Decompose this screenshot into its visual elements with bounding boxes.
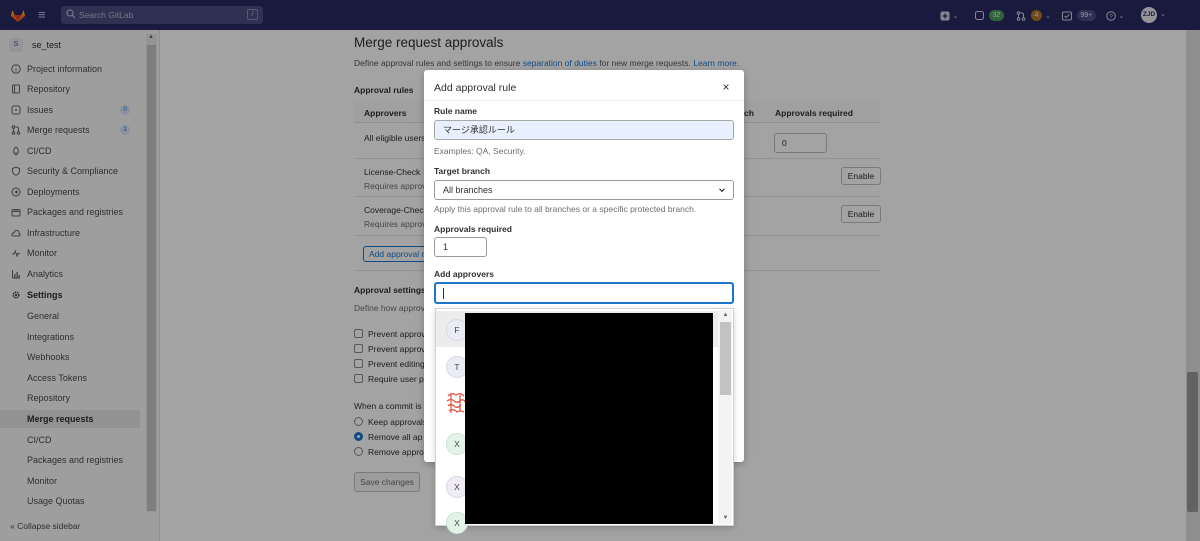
redacted-user-list <box>465 313 713 524</box>
scroll-down-icon[interactable]: ▼ <box>720 514 731 523</box>
approvals-required-input[interactable]: 1 <box>434 237 487 257</box>
modal-header-divider <box>424 100 744 101</box>
rule-name-label: Rule name <box>434 106 477 116</box>
target-branch-label: Target branch <box>434 166 491 176</box>
dropdown-scrollbar-thumb[interactable] <box>720 322 731 395</box>
add-approvers-label: Add approvers <box>434 269 494 279</box>
target-branch-value: All branches <box>443 185 493 195</box>
close-icon[interactable]: × <box>720 81 732 93</box>
text-caret <box>443 288 444 299</box>
identicon-avatar-icon[interactable] <box>445 391 467 415</box>
modal-title: Add approval rule <box>434 82 517 94</box>
approvals-required-label: Approvals required <box>434 224 512 234</box>
target-branch-help: Apply this approval rule to all branches… <box>434 204 697 214</box>
rule-name-help: Examples: QA, Security. <box>434 146 526 156</box>
rule-name-input[interactable]: マージ承認ルール <box>434 120 734 140</box>
target-branch-select[interactable]: All branches <box>434 180 734 200</box>
add-approvers-input[interactable] <box>434 282 734 304</box>
scroll-up-icon[interactable]: ▲ <box>720 311 731 320</box>
chevron-down-icon <box>719 188 725 193</box>
